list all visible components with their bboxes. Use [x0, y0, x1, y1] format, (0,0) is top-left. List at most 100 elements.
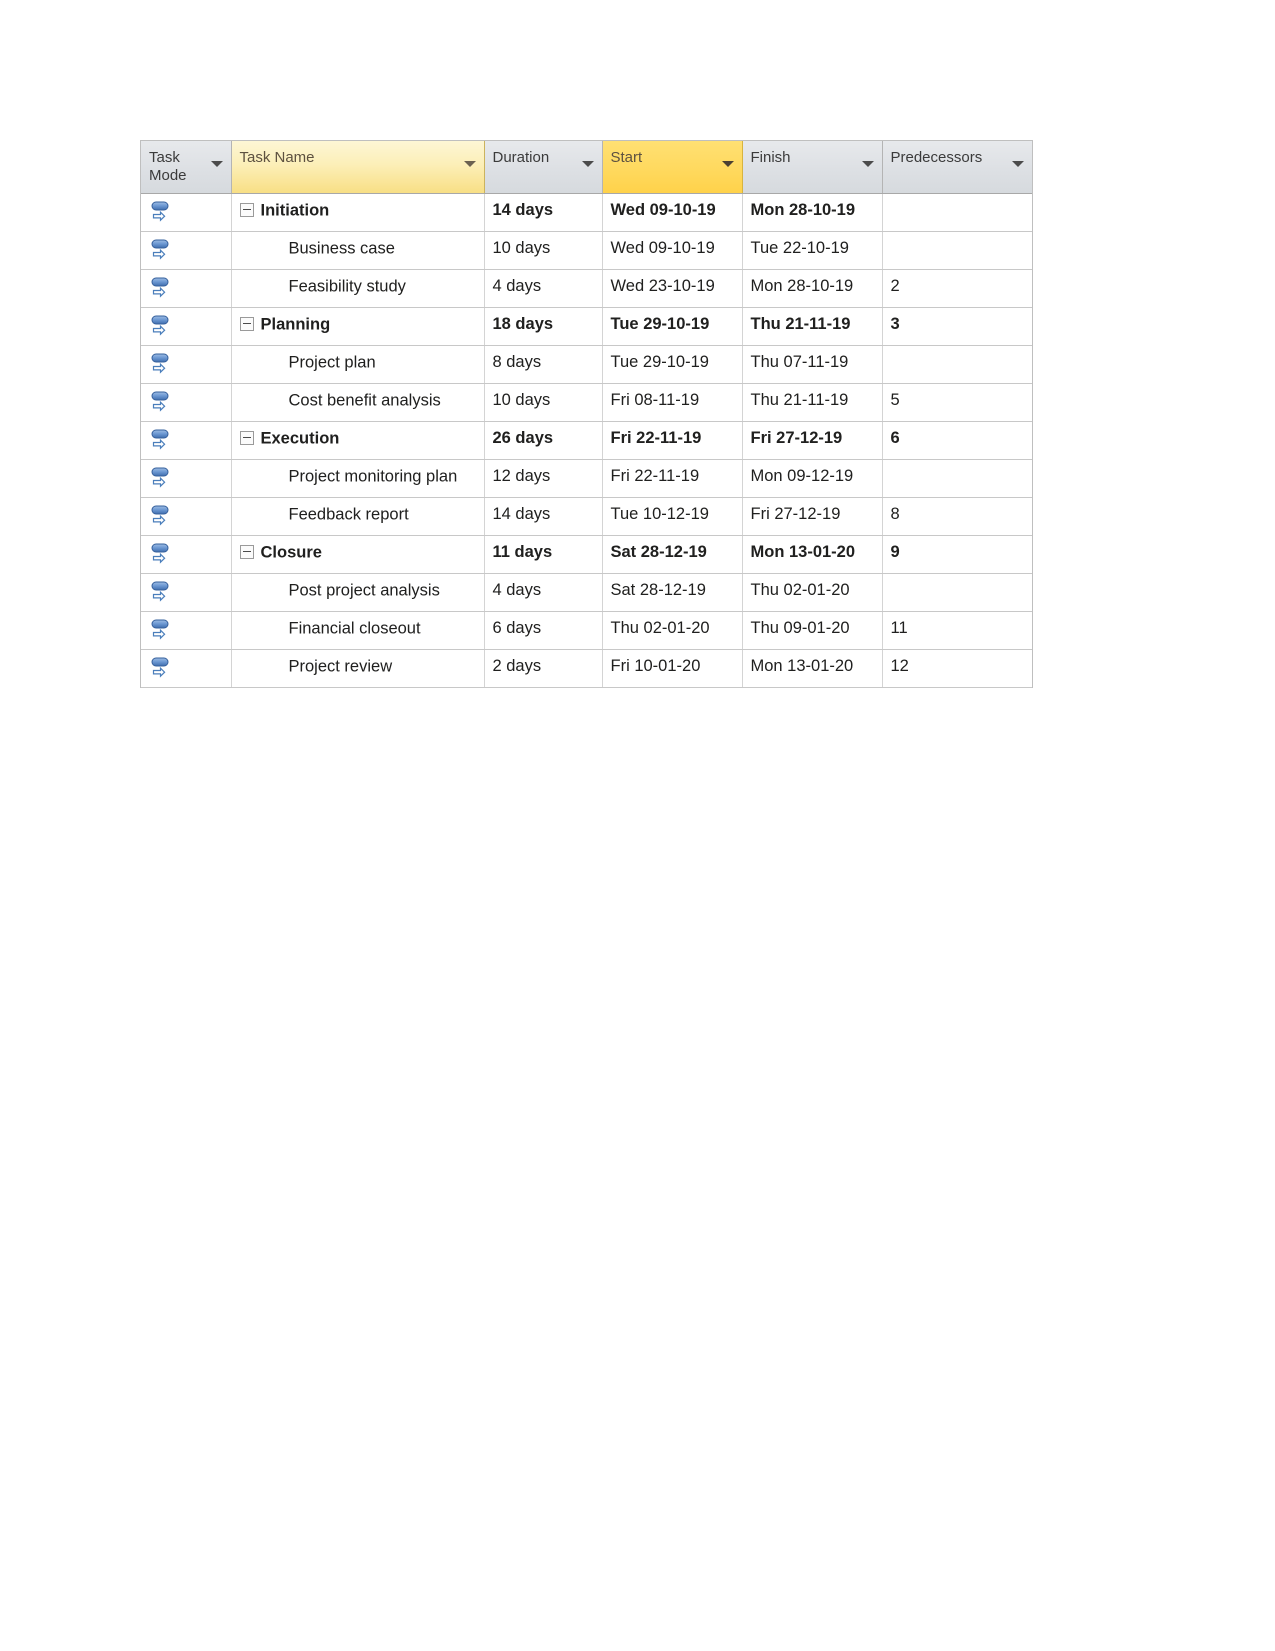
cell-start[interactable]: Fri 22-11-19 [602, 421, 743, 460]
cell-predecessors[interactable]: 11 [882, 611, 1032, 650]
cell-task-mode[interactable] [141, 535, 232, 574]
cell-start[interactable]: Tue 29-10-19 [602, 345, 743, 384]
cell-finish[interactable]: Mon 13-01-20 [742, 649, 883, 688]
cell-duration[interactable]: 14 days [484, 497, 603, 536]
filter-dropdown-icon-predecessors[interactable] [1012, 161, 1024, 167]
cell-task-name[interactable]: Post project analysis [231, 573, 485, 612]
cell-finish[interactable]: Fri 27-12-19 [742, 497, 883, 536]
column-header-finish[interactable]: Finish [742, 141, 883, 194]
cell-start[interactable]: Fri 10-01-20 [602, 649, 743, 688]
collapse-minus-icon[interactable] [239, 544, 254, 559]
cell-task-name[interactable]: Closure [231, 535, 485, 574]
table-row[interactable]: Project review 2 days Fri 10-01-20 Mon 13-0… [141, 649, 1032, 688]
cell-start[interactable]: Sat 28-12-19 [602, 573, 743, 612]
filter-dropdown-icon-start[interactable] [721, 161, 734, 167]
column-header-task-name[interactable]: Task Name [230, 141, 485, 194]
cell-task-name[interactable]: Project plan [231, 345, 485, 384]
cell-predecessors[interactable]: 2 [882, 269, 1032, 308]
cell-start[interactable]: Sat 28-12-19 [602, 535, 743, 574]
cell-duration[interactable]: 2 days [484, 649, 603, 688]
table-row[interactable]: Closure 11 days Sat 28-12-19 Mon 13-01-20 9 [141, 535, 1032, 574]
cell-task-name[interactable]: Business case [231, 231, 485, 270]
table-row[interactable]: Project monitoring plan 12 days Fri 22-11-… [141, 459, 1032, 498]
cell-task-name[interactable]: Project review [231, 649, 485, 688]
cell-task-mode[interactable] [141, 573, 232, 612]
cell-predecessors[interactable]: 6 [882, 421, 1032, 460]
cell-duration[interactable]: 8 days [484, 345, 603, 384]
cell-duration[interactable]: 12 days [484, 459, 603, 498]
cell-finish[interactable]: Mon 13-01-20 [742, 535, 883, 574]
cell-task-mode[interactable] [141, 421, 232, 460]
filter-dropdown-icon-task-name[interactable] [463, 161, 476, 167]
table-row[interactable]: Execution 26 days Fri 22-11-19 Fri 27-12-19… [141, 421, 1032, 460]
cell-finish[interactable]: Mon 28-10-19 [742, 193, 883, 232]
cell-task-name[interactable]: Feasibility study [231, 269, 485, 308]
collapse-minus-icon[interactable] [239, 202, 254, 217]
cell-task-mode[interactable] [141, 649, 232, 688]
cell-finish[interactable]: Fri 27-12-19 [742, 421, 883, 460]
cell-start[interactable]: Thu 02-01-20 [602, 611, 743, 650]
cell-start[interactable]: Fri 08-11-19 [602, 383, 743, 422]
cell-finish[interactable]: Tue 22-10-19 [742, 231, 883, 270]
cell-duration[interactable]: 26 days [484, 421, 603, 460]
cell-predecessors[interactable] [882, 231, 1032, 270]
cell-task-mode[interactable] [141, 497, 232, 536]
cell-predecessors[interactable]: 3 [882, 307, 1032, 346]
cell-predecessors[interactable]: 12 [882, 649, 1032, 688]
cell-finish[interactable]: Thu 09-01-20 [742, 611, 883, 650]
cell-task-mode[interactable] [141, 345, 232, 384]
filter-dropdown-icon-duration[interactable] [581, 161, 594, 167]
cell-start[interactable]: Wed 09-10-19 [602, 193, 743, 232]
cell-start[interactable]: Tue 10-12-19 [602, 497, 743, 536]
cell-predecessors[interactable] [882, 193, 1032, 232]
table-row[interactable]: Post project analysis 4 days Sat 28-12-19 T… [141, 573, 1032, 612]
collapse-minus-icon[interactable] [239, 430, 254, 445]
cell-task-name[interactable]: Financial closeout [231, 611, 485, 650]
cell-task-mode[interactable] [141, 459, 232, 498]
cell-duration[interactable]: 4 days [484, 269, 603, 308]
cell-finish[interactable]: Thu 02-01-20 [742, 573, 883, 612]
cell-duration[interactable]: 11 days [484, 535, 603, 574]
cell-task-name[interactable]: Execution [231, 421, 485, 460]
cell-task-name[interactable]: Cost benefit analysis [231, 383, 485, 422]
cell-start[interactable]: Wed 23-10-19 [602, 269, 743, 308]
cell-finish[interactable]: Thu 21-11-19 [742, 307, 883, 346]
cell-finish[interactable]: Mon 09-12-19 [742, 459, 883, 498]
cell-task-mode[interactable] [141, 269, 232, 308]
cell-start[interactable]: Tue 29-10-19 [602, 307, 743, 346]
cell-finish[interactable]: Thu 07-11-19 [742, 345, 883, 384]
cell-predecessors[interactable]: 9 [882, 535, 1032, 574]
cell-start[interactable]: Wed 09-10-19 [602, 231, 743, 270]
table-row[interactable]: Planning 18 days Tue 29-10-19 Thu 21-11-19 3 [141, 307, 1032, 346]
cell-task-mode[interactable] [141, 611, 232, 650]
cell-task-name[interactable]: Initiation [231, 193, 485, 232]
column-header-start[interactable]: Start [601, 141, 743, 194]
cell-task-mode[interactable] [141, 383, 232, 422]
cell-predecessors[interactable] [882, 573, 1032, 612]
collapse-minus-icon[interactable] [239, 316, 254, 331]
table-row[interactable]: Financial closeout 6 days Thu 02-01-20 Thu … [141, 611, 1032, 650]
filter-dropdown-icon-task-mode[interactable] [210, 161, 223, 167]
cell-task-mode[interactable] [141, 307, 232, 346]
table-row[interactable]: Feasibility study 4 days Wed 23-10-19 Mon 2… [141, 269, 1032, 308]
cell-finish[interactable]: Thu 21-11-19 [742, 383, 883, 422]
column-header-predecessors[interactable]: Predecessors [882, 141, 1032, 194]
table-row[interactable]: Cost benefit analysis 10 days Fri 08-11-19… [141, 383, 1032, 422]
cell-start[interactable]: Fri 22-11-19 [602, 459, 743, 498]
cell-duration[interactable]: 18 days [484, 307, 603, 346]
cell-task-name[interactable]: Planning [231, 307, 485, 346]
cell-duration[interactable]: 14 days [484, 193, 603, 232]
cell-duration[interactable]: 10 days [484, 231, 603, 270]
table-row[interactable]: Project plan 8 days Tue 29-10-19 Thu 07-11-… [141, 345, 1032, 384]
filter-dropdown-icon-finish[interactable] [861, 161, 874, 167]
column-header-task-mode[interactable]: Task Mode [141, 141, 232, 194]
cell-task-mode[interactable] [141, 231, 232, 270]
cell-duration[interactable]: 4 days [484, 573, 603, 612]
cell-predecessors[interactable] [882, 345, 1032, 384]
column-header-duration[interactable]: Duration [484, 141, 603, 194]
table-row[interactable]: Initiation 14 days Wed 09-10-19 Mon 28-10-1… [141, 193, 1032, 232]
cell-duration[interactable]: 10 days [484, 383, 603, 422]
cell-duration[interactable]: 6 days [484, 611, 603, 650]
cell-task-name[interactable]: Feedback report [231, 497, 485, 536]
cell-predecessors[interactable]: 8 [882, 497, 1032, 536]
